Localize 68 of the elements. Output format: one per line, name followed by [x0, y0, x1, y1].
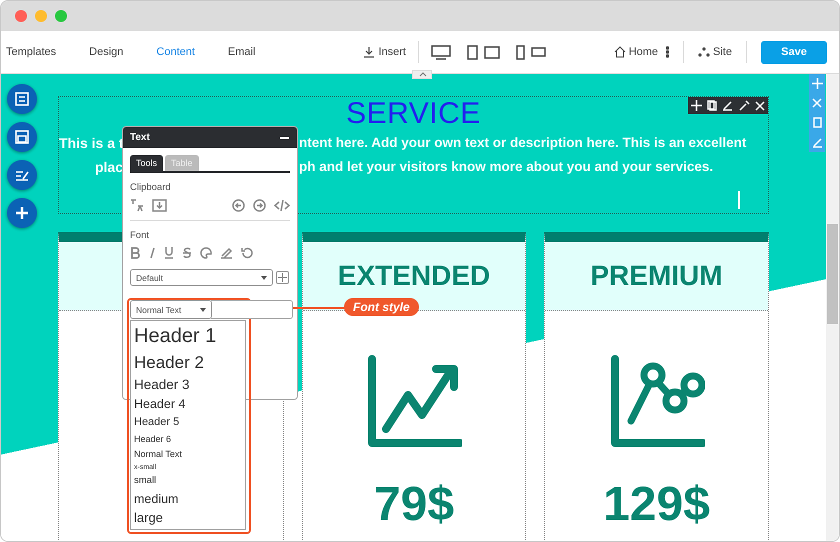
tablet-icon[interactable] — [466, 44, 478, 60]
more-icon[interactable] — [666, 46, 670, 58]
layout-icon — [14, 91, 30, 107]
add-button[interactable] — [7, 198, 37, 228]
font-style-option[interactable]: Header 2 — [134, 352, 245, 372]
plan-price: 129$ — [603, 477, 710, 532]
scatter-chart-icon — [608, 355, 704, 447]
font-style-option[interactable]: Normal Text — [134, 448, 245, 459]
tablet-landscape-icon[interactable] — [484, 46, 500, 58]
font-style-option[interactable]: Header 1 — [134, 325, 245, 348]
paste-icon[interactable] — [152, 198, 167, 212]
insert-button[interactable]: Insert — [363, 46, 406, 58]
font-style-option[interactable]: Header 3 — [134, 376, 245, 392]
close-icon[interactable] — [755, 100, 766, 110]
font-style-option[interactable]: medium — [134, 492, 245, 506]
save-button[interactable] — [7, 122, 37, 152]
redo-icon[interactable] — [253, 198, 266, 212]
desktop-icon[interactable] — [430, 44, 451, 60]
section-label: Clipboard — [130, 182, 172, 193]
growth-chart-icon — [366, 355, 462, 447]
reset-icon[interactable] — [241, 246, 253, 258]
plan-title: PREMIUM — [590, 260, 723, 292]
font-style-option[interactable]: Header 6 — [134, 434, 245, 444]
download-icon — [363, 46, 376, 58]
section-title: SERVICE — [346, 97, 481, 131]
font-style-option[interactable]: large — [134, 510, 245, 526]
nav-tab[interactable]: Content — [156, 46, 195, 58]
add-icon — [14, 205, 30, 221]
nav-tab[interactable]: Templates — [6, 46, 56, 58]
undo-icon[interactable] — [232, 198, 245, 212]
size-select[interactable] — [211, 300, 293, 319]
paragraph-text: plac — [94, 158, 123, 177]
callout-label: Font style — [344, 298, 419, 316]
panel-title: Text — [130, 132, 150, 143]
underline-icon[interactable] — [164, 246, 174, 259]
section-label: Font — [130, 230, 150, 241]
add-font-button[interactable] — [276, 271, 289, 284]
highlighter-icon[interactable] — [220, 246, 233, 258]
italic-icon[interactable] — [148, 246, 156, 258]
site-button[interactable]: Site — [698, 46, 732, 58]
text-cursor — [738, 191, 740, 209]
plan-price: 79$ — [374, 477, 454, 532]
font-family-select[interactable]: Default — [130, 269, 273, 286]
home-button[interactable]: Home — [614, 46, 658, 58]
edit-list-button[interactable] — [7, 160, 37, 190]
palette-icon[interactable] — [200, 246, 212, 258]
font-style-select[interactable]: Normal Text — [130, 300, 212, 319]
font-style-option[interactable]: Header 5 — [134, 416, 245, 429]
code-icon[interactable] — [274, 198, 290, 212]
plan-title: EXTENDED — [338, 260, 490, 292]
layout-button[interactable] — [7, 84, 37, 114]
phone-landscape-icon[interactable] — [530, 47, 546, 57]
collapse-handle[interactable] — [412, 70, 432, 79]
paragraph-text: ntent here. Add your own text or description here. This is an excellent — [299, 134, 748, 152]
paragraph-text: ph and let your visitors know more about you and your services. — [299, 158, 714, 176]
strikethrough-icon[interactable] — [182, 246, 192, 258]
home-icon — [614, 46, 626, 58]
sitemap-icon — [698, 47, 710, 57]
nav-tab[interactable]: Email — [228, 46, 256, 58]
phone-icon[interactable] — [516, 44, 525, 60]
font-style-option[interactable]: Header 4 — [134, 397, 245, 412]
nav-tab[interactable]: Design — [89, 46, 124, 58]
bold-icon[interactable] — [130, 246, 140, 258]
panel-tab[interactable]: Tools — [130, 155, 164, 171]
close-window-button[interactable] — [15, 10, 27, 22]
font-style-option[interactable]: small — [134, 476, 245, 488]
save-icon — [14, 129, 30, 145]
scrollbar[interactable] — [826, 74, 839, 541]
